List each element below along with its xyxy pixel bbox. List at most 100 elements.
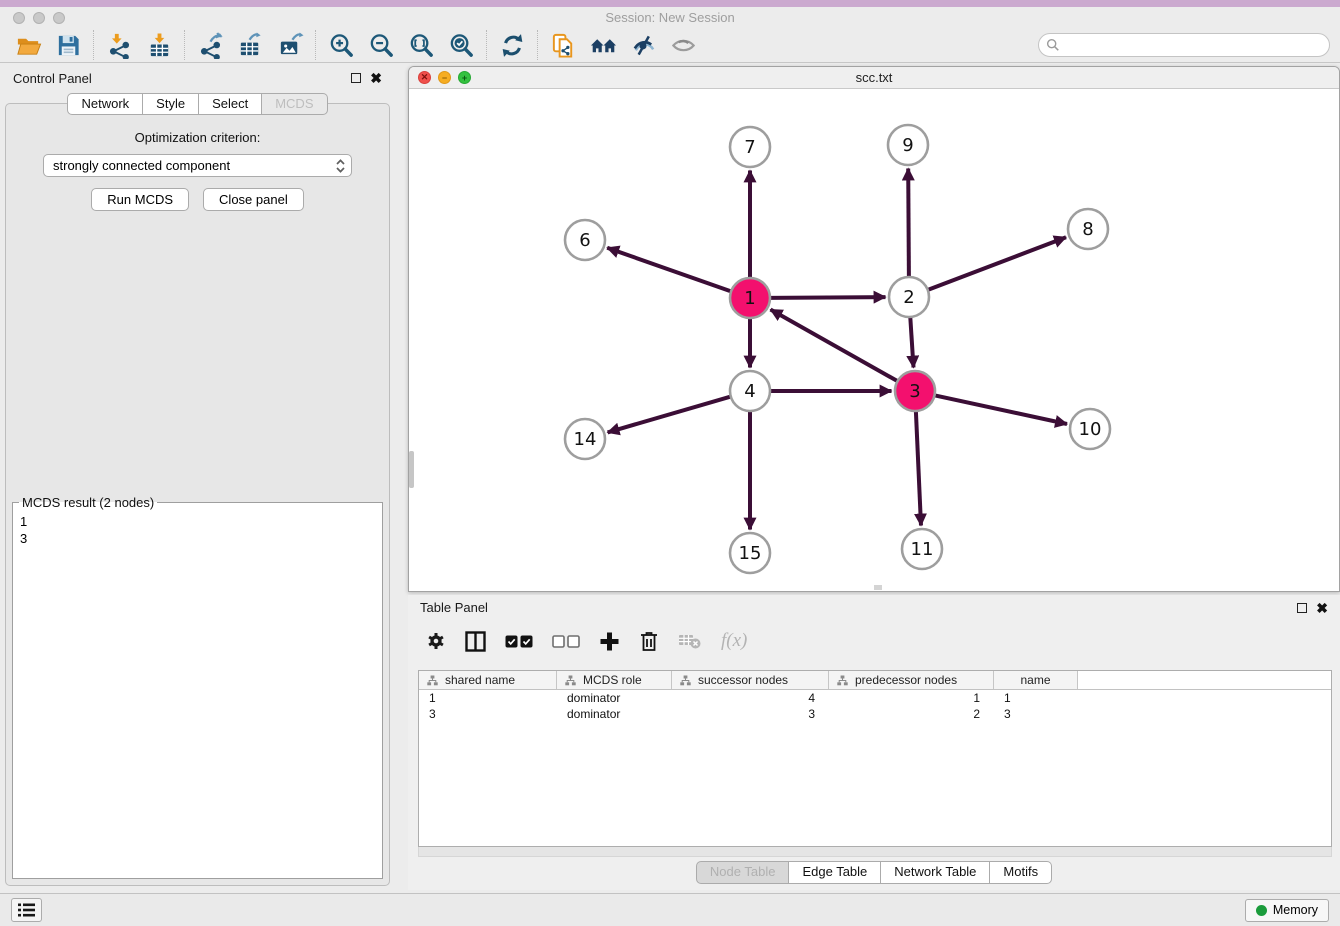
table-row[interactable]: 1dominator411 [419, 690, 1331, 706]
mcds-result-line: 1 [20, 513, 368, 530]
column-header-mcds-role[interactable]: MCDS role [557, 671, 672, 689]
column-header-name[interactable]: name [994, 671, 1078, 689]
table-cell-successor-nodes: 4 [672, 691, 829, 705]
tab-network[interactable]: Network [67, 93, 143, 115]
canvas-vertical-scrollbar[interactable] [409, 451, 414, 488]
close-table-panel-icon[interactable]: ✖ [1316, 602, 1328, 614]
float-table-panel-icon[interactable] [1297, 603, 1307, 613]
edge-3-11[interactable] [916, 412, 921, 526]
import-table-button[interactable] [139, 30, 179, 61]
graph-node-7[interactable]: 7 [730, 127, 770, 167]
status-bar: Memory [0, 893, 1340, 926]
table-cell-name: 3 [994, 707, 1078, 721]
optimization-criterion-select[interactable]: strongly connected component [43, 154, 352, 177]
graph-node-8[interactable]: 8 [1068, 209, 1108, 249]
node-table[interactable]: shared nameMCDS rolesuccessor nodesprede… [418, 670, 1332, 847]
column-tree-icon [837, 675, 848, 686]
show-graphics-details-button[interactable] [663, 30, 703, 61]
select-all-checkboxes-icon[interactable] [505, 635, 533, 648]
column-header-shared-name[interactable]: shared name [419, 671, 557, 689]
float-panel-icon[interactable] [351, 73, 361, 83]
table-row[interactable]: 3dominator323 [419, 706, 1331, 722]
graph-node-9[interactable]: 9 [888, 125, 928, 165]
column-header-successor-nodes[interactable]: successor nodes [672, 671, 829, 689]
run-mcds-button[interactable]: Run MCDS [91, 188, 189, 211]
graph-node-6[interactable]: 6 [565, 220, 605, 260]
edge-4-14[interactable] [608, 397, 731, 433]
memory-button[interactable]: Memory [1245, 899, 1329, 922]
network-window: ✕ − + scc.txt 7 9 6 8 1 2 4 3 14 10 15 11 [408, 66, 1340, 592]
export-image-button[interactable] [270, 30, 310, 61]
mcds-result-title: MCDS result (2 nodes) [19, 495, 157, 510]
table-gear-icon[interactable] [426, 631, 446, 651]
svg-text:15: 15 [739, 543, 762, 564]
network-canvas[interactable]: 7 9 6 8 1 2 4 3 14 10 15 11 [409, 89, 1339, 591]
graph-node-2[interactable]: 2 [889, 277, 929, 317]
edge-2-9[interactable] [908, 169, 909, 277]
refresh-layout-button[interactable] [492, 30, 532, 61]
export-table-button[interactable] [230, 30, 270, 61]
add-column-icon[interactable] [599, 631, 620, 652]
table-tab-node-table[interactable]: Node Table [696, 861, 790, 884]
graph-node-4[interactable]: 4 [730, 371, 770, 411]
window-title: Session: New Session [0, 10, 1340, 25]
tab-style[interactable]: Style [143, 93, 199, 115]
table-cell-predecessor-nodes: 2 [829, 707, 994, 721]
zoom-fit-button[interactable] [401, 30, 441, 61]
zoom-selected-button[interactable] [441, 30, 481, 61]
clone-network-button[interactable] [543, 30, 583, 61]
table-tab-edge-table[interactable]: Edge Table [789, 861, 881, 884]
hide-graphics-details-button[interactable] [623, 30, 663, 61]
close-panel-button[interactable]: Close panel [203, 188, 304, 211]
edge-2-8[interactable] [928, 237, 1066, 289]
deselect-all-checkboxes-icon[interactable] [552, 635, 580, 648]
graph-node-3[interactable]: 3 [895, 371, 935, 411]
optimization-criterion-label: Optimization criterion: [6, 130, 389, 145]
home-view-button[interactable] [583, 30, 623, 61]
control-panel: Control Panel ✖ NetworkStyleSelectMCDS O… [0, 63, 395, 893]
network-window-titlebar[interactable]: ✕ − + scc.txt [409, 67, 1339, 89]
edge-1-2[interactable] [771, 297, 886, 298]
function-builder-icon[interactable]: f(x) [721, 630, 747, 652]
task-history-button[interactable] [11, 898, 42, 922]
svg-text:8: 8 [1082, 219, 1093, 240]
svg-text:7: 7 [744, 137, 755, 158]
graph-node-1[interactable]: 1 [730, 278, 770, 318]
graph-node-11[interactable]: 11 [902, 529, 942, 569]
window-titlebar: Session: New Session [0, 7, 1340, 28]
edge-3-10[interactable] [935, 395, 1067, 424]
mcds-result-list: 13 [14, 512, 368, 513]
split-columns-icon[interactable] [465, 631, 486, 652]
canvas-resize-grip[interactable] [874, 585, 882, 590]
search-input[interactable] [1060, 35, 1329, 55]
tab-mcds[interactable]: MCDS [262, 93, 327, 115]
open-session-button[interactable] [8, 30, 48, 61]
delete-column-icon[interactable] [639, 630, 659, 652]
column-header-predecessor-nodes[interactable]: predecessor nodes [829, 671, 994, 689]
table-panel: Table Panel ✖ [408, 595, 1340, 890]
tab-select[interactable]: Select [199, 93, 262, 115]
zoom-out-button[interactable] [361, 30, 401, 61]
save-session-button[interactable] [48, 30, 88, 61]
zoom-in-button[interactable] [321, 30, 361, 61]
main-toolbar [0, 28, 1340, 63]
import-network-button[interactable] [99, 30, 139, 61]
graph-node-15[interactable]: 15 [730, 533, 770, 573]
select-stepper-icon [335, 158, 346, 174]
main-area: Control Panel ✖ NetworkStyleSelectMCDS O… [0, 63, 1340, 893]
export-network-button[interactable] [190, 30, 230, 61]
search-field[interactable] [1038, 33, 1330, 57]
graph-node-14[interactable]: 14 [565, 419, 605, 459]
column-header-filler [1078, 671, 1331, 689]
desktop-strip [0, 0, 1340, 7]
edge-3-1[interactable] [771, 310, 898, 381]
graph-node-10[interactable]: 10 [1070, 409, 1110, 449]
delete-table-icon[interactable] [678, 632, 702, 650]
close-panel-icon[interactable]: ✖ [370, 72, 382, 84]
edge-2-3[interactable] [910, 318, 913, 368]
control-panel-tabs: NetworkStyleSelectMCDS [0, 93, 395, 115]
table-tab-motifs[interactable]: Motifs [990, 861, 1052, 884]
table-horizontal-scrollbar[interactable] [418, 847, 1332, 857]
table-tab-network-table[interactable]: Network Table [881, 861, 990, 884]
edge-1-6[interactable] [607, 248, 731, 291]
